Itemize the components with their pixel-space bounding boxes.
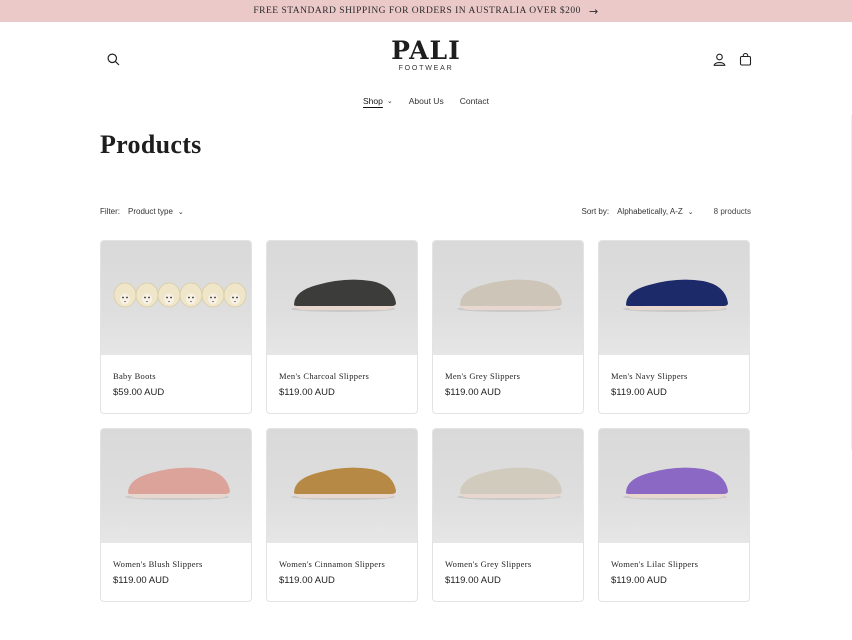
product-image — [599, 241, 749, 355]
product-card[interactable]: Men's Charcoal Slippers $119.00 AUD — [266, 240, 418, 414]
product-name: Baby Boots — [113, 371, 156, 381]
product-card[interactable]: Women's Grey Slippers $119.00 AUD — [432, 428, 584, 602]
product-price: $59.00 AUD — [113, 387, 165, 398]
product-image — [599, 429, 749, 543]
product-price: $119.00 AUD — [445, 387, 501, 398]
sort-label: Sort by: — [581, 207, 610, 216]
search-button[interactable] — [103, 49, 123, 69]
product-price: $119.00 AUD — [445, 575, 501, 586]
slipper-body — [294, 467, 396, 494]
product-name: Women's Blush Slippers — [113, 559, 203, 569]
product-image — [433, 429, 583, 543]
product-price: $119.00 AUD — [279, 387, 335, 398]
filter-value: Product type — [128, 207, 173, 216]
chevron-down-icon: ⌄ — [687, 208, 694, 216]
nav-item-label: About Us — [408, 96, 444, 106]
baby-boot — [223, 282, 247, 308]
product-card[interactable]: Women's Lilac Slippers $119.00 AUD — [598, 428, 750, 602]
baby-boot — [179, 282, 203, 308]
logo[interactable]: PALI FOOTWEAR — [385, 36, 467, 73]
filter-product-type-dropdown[interactable]: Product type ⌄ — [128, 207, 184, 216]
account-icon — [713, 53, 725, 66]
product-card[interactable]: Women's Cinnamon Slippers $119.00 AUD — [266, 428, 418, 602]
nav-item-about-us[interactable]: About Us — [409, 96, 444, 106]
product-name: Men's Grey Slippers — [445, 371, 521, 381]
baby-boot — [113, 282, 137, 308]
announcement-bar[interactable]: FREE STANDARD SHIPPING FOR ORDERS IN AUS… — [0, 0, 852, 22]
sort-dropdown[interactable]: Alphabetically, A-Z ⌄ — [617, 207, 694, 216]
product-card[interactable]: Men's Navy Slippers $119.00 AUD — [598, 240, 750, 414]
product-name: Men's Charcoal Slippers — [279, 371, 370, 381]
slipper-body — [460, 467, 562, 494]
product-name: Men's Navy Slippers — [611, 371, 688, 381]
logo-brand: PALI — [391, 36, 461, 65]
product-card[interactable]: Men's Grey Slippers $119.00 AUD — [432, 240, 584, 414]
product-name: Women's Lilac Slippers — [611, 559, 699, 569]
baby-boot — [201, 282, 225, 308]
nav-item-shop[interactable]: Shop ⌄ — [363, 96, 393, 106]
search-icon — [107, 53, 119, 65]
slipper-body — [128, 467, 230, 494]
product-card[interactable]: Baby Boots $59.00 AUD — [100, 240, 252, 414]
baby-boot — [157, 282, 181, 308]
filter-bar: Filter: Product type ⌄ Sort by: Alphabet… — [100, 207, 751, 219]
nav-item-contact[interactable]: Contact — [460, 96, 489, 106]
cart-icon — [739, 52, 751, 66]
nav-item-label: Shop — [363, 96, 383, 106]
site-header: PALI FOOTWEAR — [0, 22, 852, 92]
product-card[interactable]: Women's Blush Slippers $119.00 AUD — [100, 428, 252, 602]
baby-boot — [135, 282, 159, 308]
filter-label: Filter: — [100, 207, 120, 216]
page-title: Products — [100, 130, 202, 159]
account-button[interactable] — [709, 49, 729, 69]
slipper-body — [626, 467, 728, 494]
product-image — [433, 241, 583, 355]
logo-subtitle: FOOTWEAR — [398, 65, 454, 72]
product-price: $119.00 AUD — [113, 575, 169, 586]
product-price: $119.00 AUD — [279, 575, 335, 586]
product-image — [267, 241, 417, 355]
cart-button[interactable] — [735, 49, 755, 69]
arrow-right-icon: → — [588, 4, 599, 18]
nav-item-label: Contact — [459, 96, 489, 106]
product-image — [101, 429, 251, 543]
chevron-down-icon: ⌄ — [177, 208, 184, 216]
product-price: $119.00 AUD — [611, 387, 667, 398]
chevron-down-icon: ⌄ — [386, 98, 393, 105]
product-name: Women's Grey Slippers — [445, 559, 532, 569]
product-image — [267, 429, 417, 543]
announcement-text: FREE STANDARD SHIPPING FOR ORDERS IN AUS… — [253, 6, 581, 16]
product-count: 8 products — [713, 207, 751, 216]
sort-value: Alphabetically, A-Z — [617, 207, 683, 216]
slipper-body — [294, 279, 396, 306]
product-price: $119.00 AUD — [611, 575, 667, 586]
slipper-body — [460, 279, 562, 306]
main-nav: Shop ⌄ About Us Contact — [0, 96, 852, 106]
product-image — [101, 241, 251, 355]
slipper-body — [626, 279, 728, 306]
product-name: Women's Cinnamon Slippers — [279, 559, 386, 569]
